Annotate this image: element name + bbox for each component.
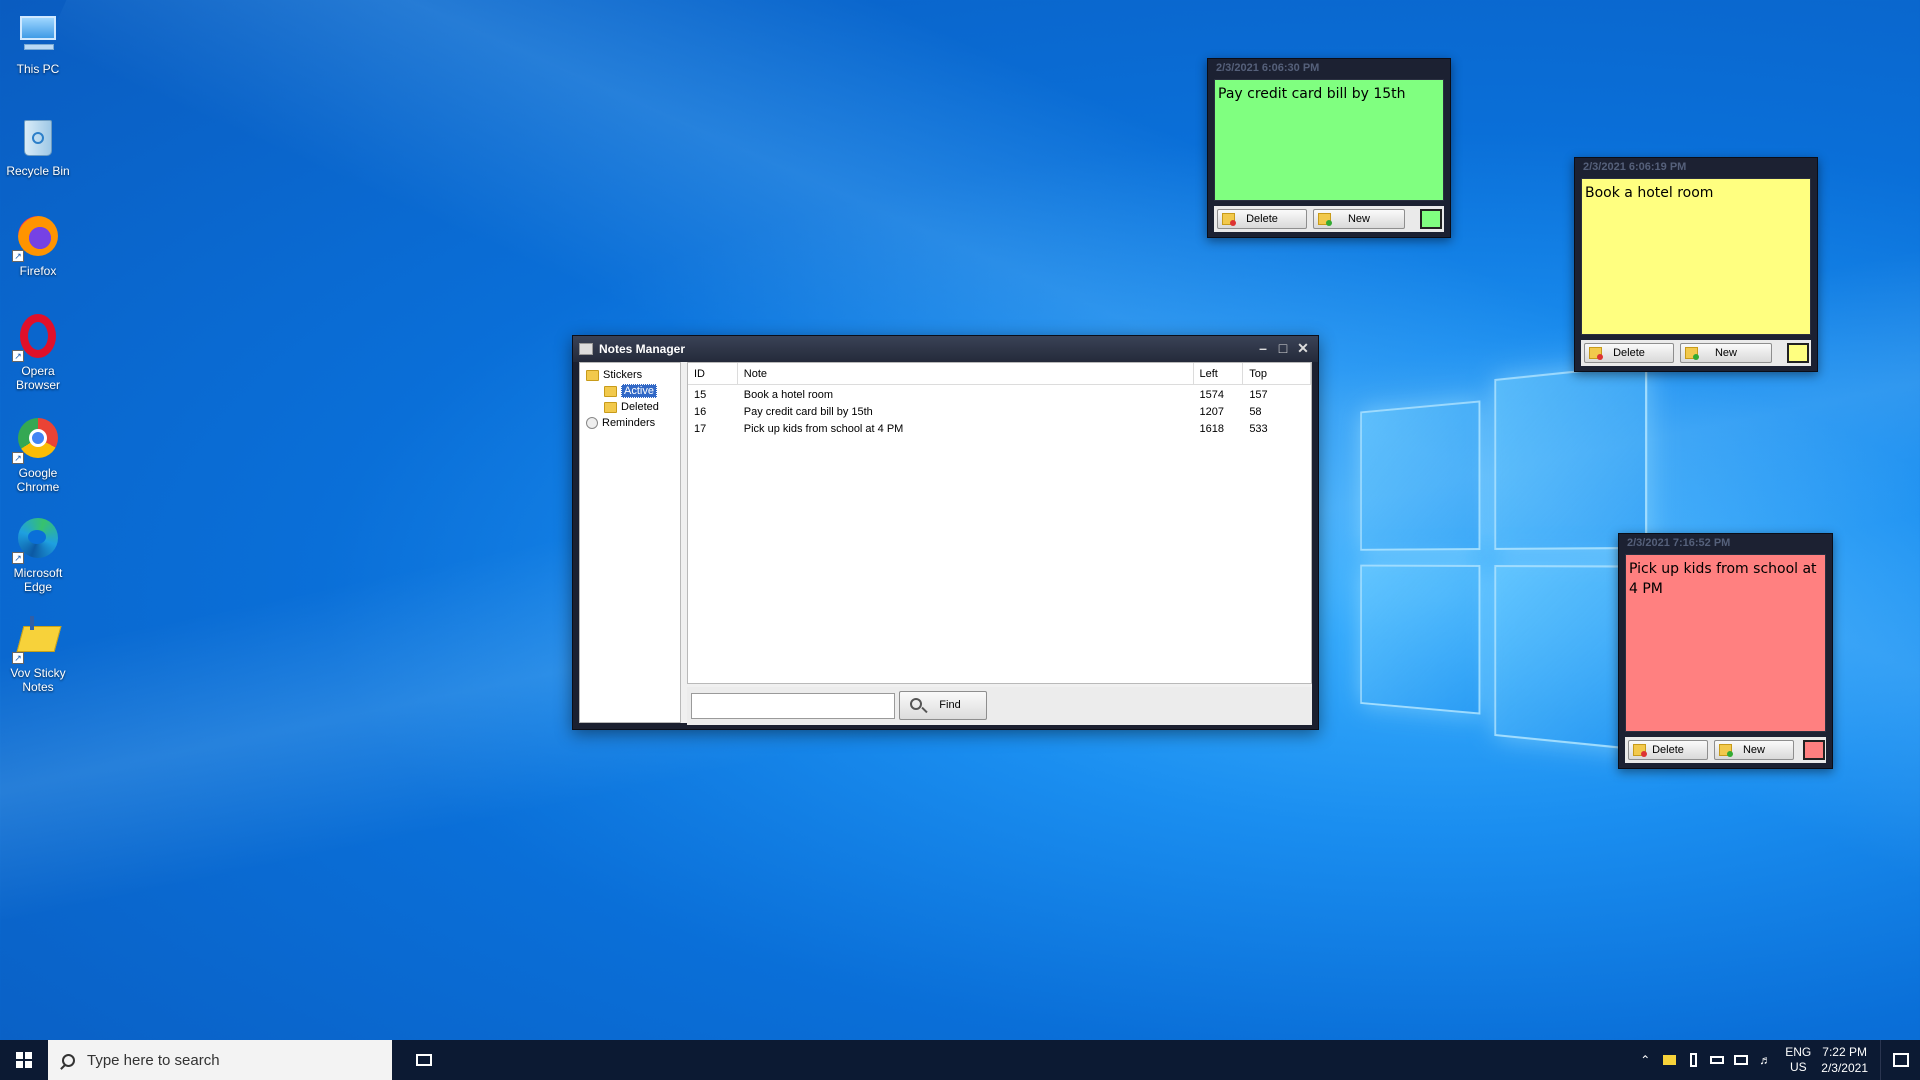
tree-item-active[interactable]: Active: [580, 383, 680, 399]
sticky-note-hotel[interactable]: 2/3/2021 6:06:19 PM Book a hotel room De…: [1574, 157, 1818, 372]
recycle-bin-icon: [14, 112, 62, 160]
folder-open-icon: [604, 385, 617, 397]
firefox-icon: ↗: [12, 212, 62, 262]
new-button[interactable]: New: [1680, 343, 1772, 363]
notes-list: ID Note Left Top 15 Book a hotel room 15…: [687, 362, 1312, 684]
language-indicator[interactable]: ENG US: [1785, 1045, 1811, 1075]
sticky-text[interactable]: Pick up kids from school at 4 PM: [1625, 554, 1826, 732]
network-icon[interactable]: [1731, 1052, 1751, 1068]
column-header-top[interactable]: Top: [1243, 363, 1311, 384]
folder-icon: [604, 401, 617, 413]
tree-item-reminders[interactable]: Reminders: [580, 415, 680, 431]
maximize-icon[interactable]: □: [1274, 339, 1292, 357]
sticky-notes-tray-icon[interactable]: [1659, 1052, 1679, 1068]
column-header-id[interactable]: ID: [688, 363, 738, 384]
task-view-button[interactable]: [400, 1040, 448, 1080]
edge-icon: ↗: [12, 514, 62, 564]
desktop-icon-vov-sticky-notes[interactable]: ↗ Vov Sticky Notes: [2, 608, 74, 694]
battery-icon[interactable]: [1707, 1052, 1727, 1068]
folder-icon: [586, 369, 599, 381]
window-body: Stickers Active Deleted Reminders ID Not…: [579, 362, 1312, 725]
desktop-icon-chrome[interactable]: ↗ Google Chrome: [2, 408, 74, 494]
app-icon: [579, 343, 593, 355]
sticky-timestamp: 2/3/2021 6:06:30 PM: [1216, 62, 1320, 74]
desktop-icon-opera[interactable]: ↗ Opera Browser: [2, 306, 74, 392]
list-header: ID Note Left Top: [688, 363, 1311, 385]
sticky-toolbar: Delete New: [1581, 340, 1811, 366]
opera-icon: ↗: [12, 312, 62, 362]
category-tree: Stickers Active Deleted Reminders: [579, 362, 681, 723]
color-swatch[interactable]: [1787, 343, 1809, 363]
table-row[interactable]: 15 Book a hotel room 1574 157: [688, 387, 1311, 404]
desktop-icon-recycle-bin[interactable]: Recycle Bin: [2, 106, 74, 178]
find-bar: Find: [687, 687, 1312, 725]
notes-manager-window: Notes Manager – □ ✕ Stickers Active Dele…: [572, 335, 1319, 730]
magnifier-icon: [910, 698, 922, 710]
delete-note-icon: [1222, 213, 1236, 226]
taskbar: Type here to search ⌃ ♬ ENG US 7:22 PM 2…: [0, 1040, 1920, 1080]
sticky-notes-icon: ↗: [12, 614, 62, 664]
find-input[interactable]: [691, 693, 895, 719]
search-icon: [62, 1053, 75, 1067]
sticky-note-pick-up-kids[interactable]: 2/3/2021 7:16:52 PM Pick up kids from sc…: [1618, 533, 1833, 769]
computer-icon: [14, 10, 62, 58]
desktop-icon-firefox[interactable]: ↗ Firefox: [2, 206, 74, 278]
sticky-toolbar: Delete New: [1625, 737, 1826, 763]
sticky-text[interactable]: Pay credit card bill by 15th: [1214, 79, 1444, 201]
column-header-note[interactable]: Note: [738, 363, 1194, 384]
new-note-icon: [1719, 744, 1733, 757]
column-header-left[interactable]: Left: [1194, 363, 1244, 384]
find-button[interactable]: Find: [899, 691, 987, 720]
task-view-icon: [416, 1054, 432, 1066]
window-title: Notes Manager: [599, 342, 686, 356]
title-bar[interactable]: Notes Manager – □ ✕: [573, 336, 1318, 362]
delete-button[interactable]: Delete: [1217, 209, 1307, 229]
taskbar-search[interactable]: Type here to search: [48, 1040, 392, 1080]
sticky-toolbar: Delete New: [1214, 206, 1444, 232]
delete-note-icon: [1633, 744, 1647, 757]
delete-button[interactable]: Delete: [1628, 740, 1708, 760]
taskbar-clock[interactable]: 7:22 PM 2/3/2021: [1821, 1044, 1868, 1076]
delete-button[interactable]: Delete: [1584, 343, 1674, 363]
new-button[interactable]: New: [1714, 740, 1794, 760]
notification-center-button[interactable]: [1880, 1040, 1920, 1080]
new-note-icon: [1685, 347, 1699, 360]
sticky-text[interactable]: Book a hotel room: [1581, 178, 1811, 335]
color-swatch[interactable]: [1803, 740, 1825, 760]
table-row[interactable]: 16 Pay credit card bill by 15th 1207 58: [688, 404, 1311, 421]
system-tray: ⌃ ♬ ENG US 7:22 PM 2/3/2021: [1633, 1040, 1920, 1080]
notification-icon: [1892, 1053, 1909, 1067]
tree-item-deleted[interactable]: Deleted: [580, 399, 680, 415]
tree-item-stickers[interactable]: Stickers: [580, 367, 680, 383]
chrome-icon: ↗: [12, 414, 62, 464]
sticky-timestamp: 2/3/2021 6:06:19 PM: [1583, 161, 1687, 173]
windows-icon: [16, 1052, 32, 1068]
clock-icon: [586, 417, 598, 430]
sticky-timestamp: 2/3/2021 7:16:52 PM: [1627, 537, 1731, 549]
search-placeholder: Type here to search: [87, 1051, 220, 1069]
close-icon[interactable]: ✕: [1294, 339, 1312, 357]
start-button[interactable]: [0, 1040, 48, 1080]
usb-icon[interactable]: [1683, 1052, 1703, 1068]
sticky-note-credit-card[interactable]: 2/3/2021 6:06:30 PM Pay credit card bill…: [1207, 58, 1451, 238]
new-note-icon: [1318, 213, 1332, 226]
desktop-icon-this-pc[interactable]: This PC: [2, 4, 74, 76]
desktop-icon-edge[interactable]: ↗ Microsoft Edge: [2, 508, 74, 594]
windows-wallpaper-logo: [1344, 363, 1652, 758]
minimize-icon[interactable]: –: [1254, 339, 1272, 357]
delete-note-icon: [1589, 347, 1603, 360]
chevron-up-icon[interactable]: ⌃: [1635, 1052, 1655, 1068]
volume-icon[interactable]: ♬: [1755, 1052, 1775, 1068]
color-swatch[interactable]: [1420, 209, 1442, 229]
new-button[interactable]: New: [1313, 209, 1405, 229]
table-row[interactable]: 17 Pick up kids from school at 4 PM 1618…: [688, 421, 1311, 438]
